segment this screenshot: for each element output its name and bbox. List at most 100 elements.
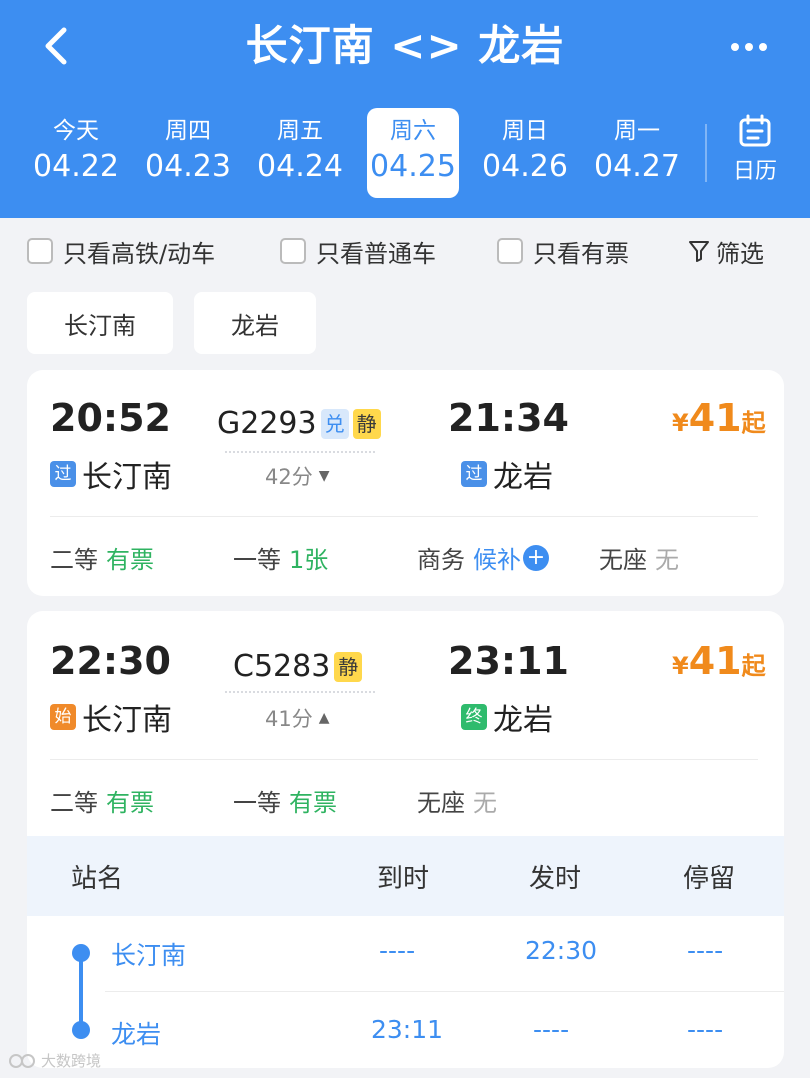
quiet-badge: 静	[334, 651, 363, 682]
date-divider	[705, 124, 707, 182]
stops-table-header: 站名 到时 发时 停留	[27, 836, 784, 916]
date-tab-2[interactable]: 周五 04.24	[254, 108, 346, 198]
stops-table: 长汀南 ---- 22:30 ---- 龙岩 23:11 ---- ----	[27, 916, 784, 1068]
filter-button-label: 筛选	[716, 239, 764, 268]
page-title: 长汀南 <> 龙岩	[245, 21, 565, 70]
stop-stay: ----	[687, 936, 724, 965]
seat-availability: 有票	[289, 789, 337, 817]
seat-first-class: 一等 有票	[233, 783, 337, 818]
filter-available[interactable]: 只看有票	[497, 234, 629, 268]
train-card[interactable]: 22:30 始 长汀南 C5283 静 41分 ▲ 23:11 终 龙岩 ¥ 4…	[27, 611, 784, 851]
train-number[interactable]: C5283 静	[233, 649, 363, 684]
stop-depart: 22:30	[525, 936, 598, 965]
seat-availability: 有票	[106, 546, 154, 574]
train-card[interactable]: 20:52 过 长汀南 G2293 兑 静 42分 ▼ 21:34 过 龙岩 ¥…	[27, 370, 784, 596]
seat-availability: 无	[655, 546, 679, 574]
terminal-tag: 终	[461, 704, 487, 730]
filter-bar: 只看高铁/动车 只看普通车 只看有票 筛选	[0, 218, 810, 282]
origin-tag: 始	[50, 704, 76, 730]
train-number[interactable]: G2293 兑 静	[217, 406, 381, 441]
departure-station-name: 长汀南	[82, 703, 172, 738]
duration[interactable]: 41分 ▲	[265, 703, 330, 733]
seat-availability: 候补	[473, 546, 521, 574]
checkbox[interactable]	[27, 238, 53, 264]
price-value: 41	[688, 396, 742, 440]
seat-name: 二等	[50, 546, 98, 574]
date-tab-4[interactable]: 周日 04.26	[479, 108, 571, 198]
filter-label: 只看高铁/动车	[63, 239, 216, 268]
arrival-station: 过 龙岩	[461, 452, 553, 496]
calendar-button[interactable]: 日历	[720, 114, 790, 190]
seat-second-class: 二等 有票	[50, 783, 154, 818]
stop-station: 长汀南	[111, 941, 187, 970]
filter-high-speed[interactable]: 只看高铁/动车	[27, 234, 215, 268]
date-tab-weekday: 今天	[53, 118, 99, 144]
stop-station: 龙岩	[111, 1020, 162, 1049]
calendar-icon	[739, 114, 771, 147]
departure-station: 始 长汀南	[50, 695, 172, 739]
exchange-badge: 兑	[320, 408, 349, 439]
date-tab-5[interactable]: 周一 04.27	[591, 108, 683, 198]
departure-time: 20:52	[50, 396, 171, 440]
caret-down-icon: ▼	[318, 468, 330, 484]
watermark: 大数跨境	[8, 1050, 101, 1071]
caret-up-icon: ▲	[318, 710, 330, 726]
date-tab-date: 04.27	[594, 149, 680, 184]
plus-circle-icon[interactable]: +	[523, 544, 549, 571]
card-divider	[50, 759, 758, 760]
date-tab-weekday: 周五	[277, 118, 323, 144]
seat-business-class[interactable]: 商务 候补 +	[417, 540, 549, 575]
seat-no-seat: 无座 无	[599, 540, 679, 575]
date-tab-weekday: 周六	[390, 118, 436, 144]
filter-regular[interactable]: 只看普通车	[280, 234, 436, 268]
table-row: 长汀南 ---- 22:30 ----	[27, 916, 784, 992]
seat-name: 商务	[417, 546, 465, 574]
seat-name: 一等	[233, 789, 281, 817]
date-tab-0[interactable]: 今天 04.22	[30, 108, 122, 198]
duration[interactable]: 42分 ▼	[265, 461, 330, 491]
calendar-label: 日历	[732, 159, 777, 184]
date-tab-date: 04.22	[33, 149, 119, 184]
column-header-stay: 停留	[683, 864, 736, 894]
checkbox[interactable]	[280, 238, 306, 264]
card-divider	[50, 516, 758, 517]
filter-label: 只看有票	[533, 239, 629, 268]
column-header-arrive: 到时	[377, 864, 430, 894]
departure-station: 过 长汀南	[50, 452, 172, 496]
station-chip-origin[interactable]: 长汀南	[27, 292, 173, 354]
duration-text: 42分	[265, 465, 313, 489]
arrival-station-name: 龙岩	[493, 460, 553, 495]
seat-no-seat: 无座 无	[417, 783, 497, 818]
price-currency: ¥	[672, 409, 689, 437]
table-row: 龙岩 23:11 ---- ----	[27, 992, 784, 1068]
quiet-badge: 静	[352, 408, 381, 439]
funnel-icon	[689, 241, 709, 262]
price-suffix: 起	[741, 409, 766, 437]
duration-line	[225, 451, 375, 453]
price-suffix: 起	[741, 652, 766, 680]
duration-line	[225, 691, 375, 693]
seat-availability: 无	[473, 789, 497, 817]
price: ¥ 41 起	[672, 639, 766, 683]
header-bar: 长汀南 <> 龙岩 今天 04.22 周四 04.23 周五 04.24 周六 …	[0, 0, 810, 218]
stop-dot	[72, 1021, 90, 1039]
stop-arrive: 23:11	[371, 1015, 444, 1044]
price-currency: ¥	[672, 652, 689, 680]
date-tab-3-selected[interactable]: 周六 04.25	[367, 108, 459, 198]
more-icon[interactable]	[724, 30, 774, 64]
arrival-station: 终 龙岩	[461, 695, 553, 739]
stop-arrive: ----	[379, 936, 416, 965]
date-tab-date: 04.23	[145, 149, 231, 184]
date-tab-weekday: 周四	[165, 118, 211, 144]
train-number-text: C5283	[233, 649, 331, 684]
station-chip-destination[interactable]: 龙岩	[194, 292, 316, 354]
seat-second-class: 二等 有票	[50, 540, 154, 575]
date-tab-1[interactable]: 周四 04.23	[142, 108, 234, 198]
column-header-depart: 发时	[529, 864, 582, 894]
watermark-logo-icon	[9, 1053, 35, 1068]
stop-dot	[72, 944, 90, 962]
watermark-text: 大数跨境	[41, 1052, 102, 1070]
filter-button[interactable]: 筛选	[688, 234, 764, 268]
date-tab-weekday: 周日	[502, 118, 548, 144]
checkbox[interactable]	[497, 238, 523, 264]
